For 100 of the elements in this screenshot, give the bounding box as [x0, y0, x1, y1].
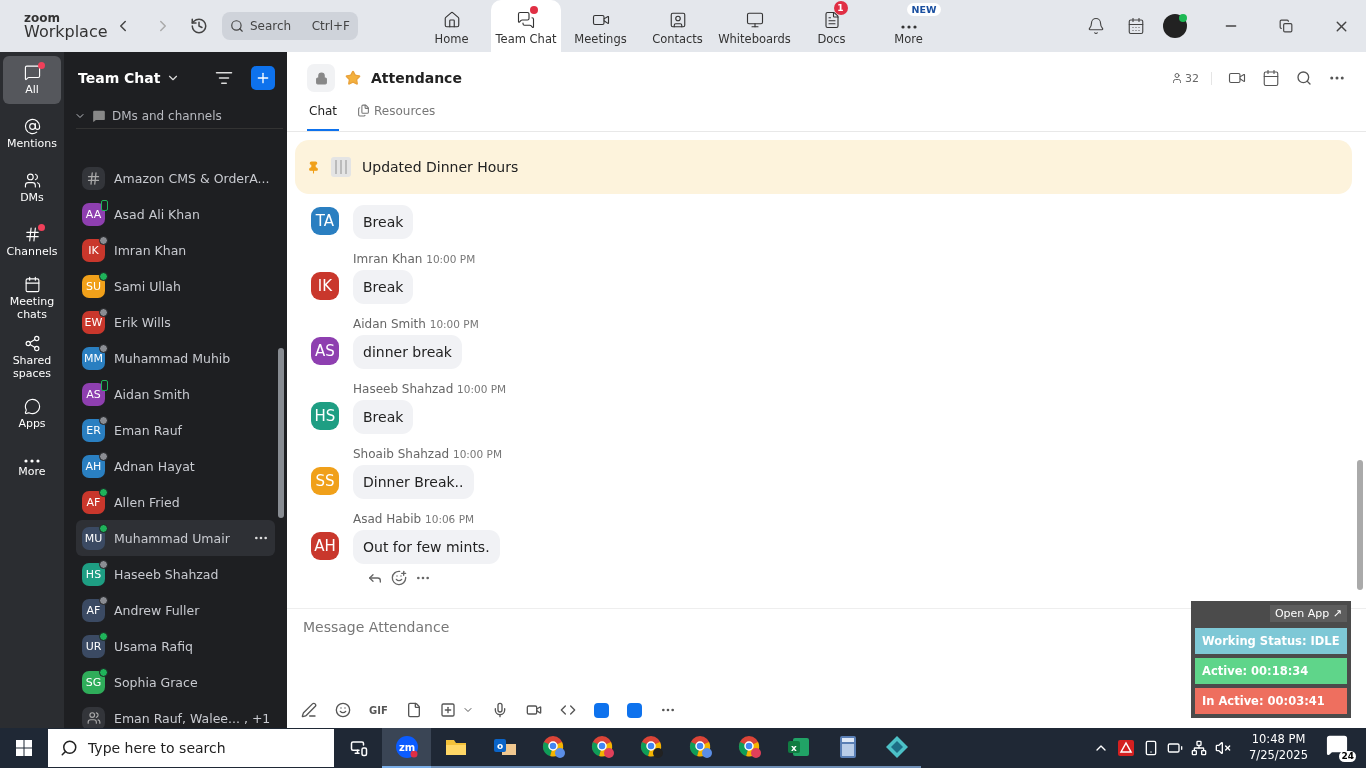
- user-avatar[interactable]: [1163, 14, 1187, 38]
- search-icon[interactable]: [1296, 70, 1312, 86]
- chat-list-item[interactable]: IK Imran Khan: [76, 232, 275, 268]
- mute-icon[interactable]: [1215, 740, 1232, 756]
- contact-avatar: MM: [82, 346, 105, 370]
- contact-avatar: IK: [82, 238, 105, 262]
- diamond-app-icon: [884, 735, 909, 759]
- code-icon[interactable]: [559, 702, 576, 718]
- video-icon[interactable]: [525, 702, 542, 718]
- taskbar-search-field[interactable]: Type here to search: [48, 729, 334, 767]
- chat-bubble-icon: [23, 63, 41, 81]
- contact-avatar: EW: [82, 310, 105, 334]
- contact-avatar: UR: [82, 634, 105, 658]
- rail-item[interactable]: Meeting chats: [3, 272, 61, 326]
- sidebar-title: Team Chat: [78, 70, 161, 86]
- chat-list-item[interactable]: AF Andrew Fuller: [76, 592, 275, 628]
- app-icon[interactable]: [626, 702, 642, 718]
- rail-item[interactable]: Apps: [3, 390, 61, 439]
- message-meta: Aidan Smith 10:00 PM: [353, 317, 479, 331]
- open-app-button[interactable]: Open App ↗: [1269, 605, 1347, 622]
- add-button[interactable]: [251, 66, 275, 90]
- taskbar-app[interactable]: x: [774, 728, 823, 768]
- screenshot-icon[interactable]: [439, 702, 456, 718]
- chat-list-item[interactable]: MU Muhammad Umair: [76, 520, 275, 556]
- files-icon: [357, 104, 371, 117]
- document-icon: [822, 11, 841, 29]
- chat-list-item[interactable]: UR Usama Rafiq: [76, 628, 275, 664]
- more-icon: [900, 25, 917, 29]
- rail-item[interactable]: DMs: [3, 164, 61, 212]
- contact-avatar: SG: [82, 670, 105, 694]
- chat-list-item[interactable]: EW Erik Wills: [76, 304, 275, 340]
- lock-icon: [307, 64, 335, 92]
- star-icon[interactable]: [345, 70, 361, 86]
- nav-tab[interactable]: Whiteboards: [717, 0, 792, 52]
- network-icon[interactable]: [1191, 740, 1208, 756]
- chat-title: Attendance: [371, 70, 462, 86]
- members-button[interactable]: 32: [1171, 71, 1212, 85]
- pinned-banner[interactable]: Updated Dinner Hours: [295, 140, 1352, 194]
- calendar-icon[interactable]: [1262, 69, 1280, 87]
- nav-tab[interactable]: Team Chat: [491, 0, 561, 52]
- sender-avatar: TA: [311, 207, 339, 235]
- chat-tab[interactable]: Resources: [355, 104, 438, 131]
- rail-item[interactable]: More: [3, 444, 61, 493]
- search-icon: [60, 739, 78, 757]
- chat-list-item[interactable]: ER Eman Rauf: [76, 412, 275, 448]
- chat-tab[interactable]: Chat: [307, 104, 340, 131]
- gif-button[interactable]: GIF: [369, 704, 388, 716]
- rail-item[interactable]: Mentions: [3, 110, 61, 158]
- file-icon[interactable]: [405, 702, 422, 718]
- chat-list-item[interactable]: SG Sophia Grace: [76, 664, 275, 700]
- filter-icon[interactable]: [215, 69, 233, 87]
- scrollbar[interactable]: [1357, 460, 1363, 590]
- rail-item[interactable]: Channels: [3, 218, 61, 266]
- app-icon[interactable]: [593, 702, 609, 718]
- chat-bubble-icon: [92, 109, 106, 123]
- battery-icon[interactable]: [1167, 740, 1184, 756]
- search-placeholder: Search: [250, 19, 292, 33]
- pdf-icon[interactable]: [1117, 739, 1136, 757]
- contact-card-icon: [668, 11, 687, 29]
- format-icon[interactable]: [301, 702, 317, 718]
- clock[interactable]: 10:48 PM 7/25/2025: [1249, 732, 1308, 764]
- share-icon: [23, 335, 41, 353]
- count-badge: 1: [833, 1, 848, 15]
- chat-list-item[interactable]: MM Muhammad Muhib: [76, 340, 275, 376]
- scrollbar[interactable]: [278, 348, 284, 518]
- message-meta: Imran Khan 10:00 PM: [353, 252, 476, 266]
- zoom-app-icon: zm: [394, 735, 419, 759]
- sender-avatar: HS: [311, 402, 339, 430]
- chat-list-item[interactable]: Amazon CMS & OrderA...: [76, 160, 275, 196]
- search-icon: [230, 19, 244, 33]
- taskbar-app[interactable]: zm: [382, 728, 431, 768]
- message-bubble: Break: [353, 400, 414, 434]
- chat-list-item[interactable]: Eman Rauf, Walee... , +1: [76, 700, 275, 728]
- chat-list-item[interactable]: AF Allen Fried: [76, 484, 275, 520]
- rail-item[interactable]: Shared spaces: [3, 331, 61, 385]
- chat-list-item[interactable]: AA Asad Ali Khan: [76, 196, 275, 232]
- nav-tab[interactable]: Meetings: [563, 0, 638, 52]
- status-row: Active: 00:18:34: [1195, 658, 1347, 684]
- sender-avatar: IK: [311, 272, 339, 300]
- rail-item[interactable]: All: [3, 56, 61, 104]
- message-bubble: Break: [353, 270, 414, 304]
- nav-tab[interactable]: Home: [414, 0, 489, 52]
- add-reaction-icon[interactable]: [391, 570, 407, 586]
- nav-tab[interactable]: 1 Docs: [794, 0, 869, 52]
- emoji-icon[interactable]: [335, 702, 351, 718]
- speech-bubble-icon: [23, 398, 41, 416]
- group-icon: [82, 706, 105, 728]
- calendar-icon: [23, 276, 41, 293]
- nav-tab[interactable]: Contacts: [640, 0, 715, 52]
- taskbar-app[interactable]: o: [480, 728, 529, 768]
- chat-list-item[interactable]: SU Sami Ullah: [76, 268, 275, 304]
- contact-avatar: AA: [82, 202, 105, 226]
- nav-tab[interactable]: NEW More: [871, 0, 946, 52]
- at-sign-icon: [23, 117, 41, 135]
- chat-list-item[interactable]: HS Haseeb Shahzad: [76, 556, 275, 592]
- chat-list-item[interactable]: AH Adnan Hayat: [76, 448, 275, 484]
- more-icon: [24, 458, 40, 463]
- chat-list-item[interactable]: AS Aidan Smith: [76, 376, 275, 412]
- search-field[interactable]: Search Ctrl+F: [222, 12, 358, 40]
- section-header[interactable]: DMs and channels: [64, 104, 287, 128]
